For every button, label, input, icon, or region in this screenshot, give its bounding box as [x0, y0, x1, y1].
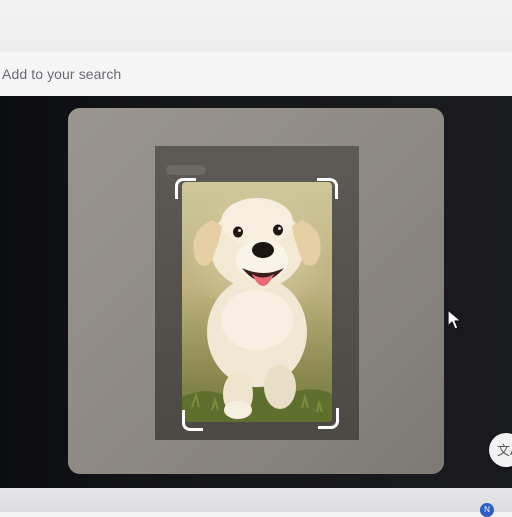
- puppy-image: [182, 198, 332, 422]
- crop-handle-top-right[interactable]: [317, 178, 338, 199]
- taskbar: [0, 488, 512, 512]
- crop-region[interactable]: [182, 182, 332, 422]
- crop-handle-bottom-left[interactable]: [182, 410, 203, 431]
- crop-handle-top-left[interactable]: [175, 178, 196, 199]
- taskbar-badge[interactable]: N: [480, 503, 494, 517]
- screenshot-chip: [166, 165, 206, 175]
- browser-top-bar: [0, 0, 512, 53]
- add-to-search-label[interactable]: Add to your search: [2, 66, 121, 82]
- translate-icon: 文A: [497, 443, 512, 458]
- mouse-pointer-icon: [447, 309, 462, 330]
- crop-handle-bottom-right[interactable]: [318, 408, 339, 429]
